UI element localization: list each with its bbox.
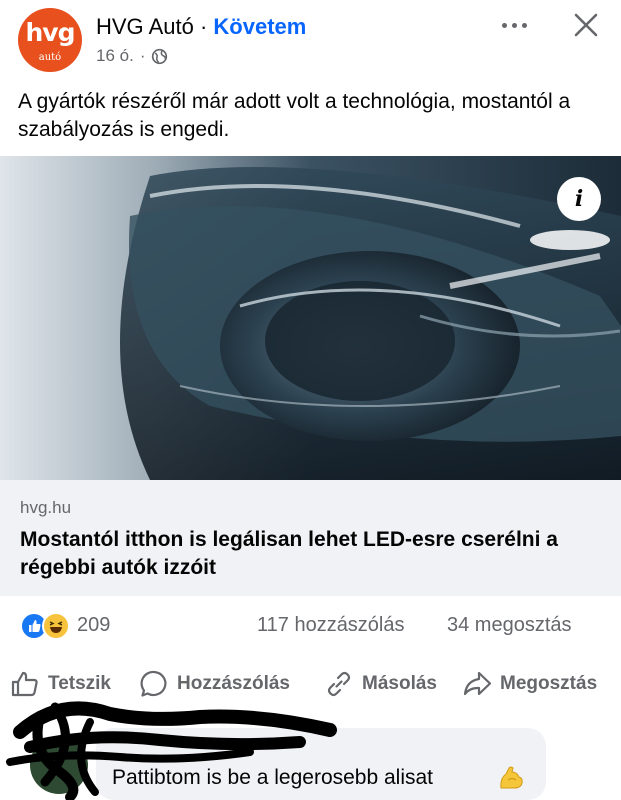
link-preview-card[interactable]: hvg.hu Mostantól itthon is legálisan leh… (0, 480, 621, 596)
info-button[interactable]: i (557, 177, 601, 221)
copy-label: Másolás (362, 673, 437, 694)
avatar-logo-subtext: autó (38, 52, 62, 63)
share-label: Megosztás (500, 673, 598, 694)
post-meta: 16 ó. · (96, 46, 168, 66)
post-header: hvg autó HVG Autó · Követem 16 ó. · (0, 0, 621, 80)
close-icon[interactable] (573, 12, 599, 38)
shares-count[interactable]: 34 megosztás (447, 614, 572, 637)
laughing-face-glyph (49, 621, 63, 633)
page-name[interactable]: HVG Autó (96, 14, 194, 39)
more-icon[interactable] (500, 18, 530, 34)
page-name-line: HVG Autó · Követem (96, 14, 306, 40)
link-domain: hvg.hu (20, 498, 72, 517)
car-headlight-photo[interactable] (0, 156, 621, 480)
avatar-logo-text: hvg (25, 18, 76, 47)
headlight-illustration (0, 156, 621, 480)
share-icon (463, 671, 492, 696)
post-time[interactable]: 16 ó. (96, 46, 134, 66)
follow-button[interactable]: Követem (213, 14, 306, 39)
link-title: Mostantól itthon is legálisan lehet LED-… (20, 528, 558, 579)
redaction-scribble (6, 701, 337, 800)
share-button[interactable]: Megosztás (462, 668, 597, 700)
globe-icon (152, 48, 168, 64)
page-avatar[interactable]: hvg autó (18, 8, 82, 72)
comments-count[interactable]: 117 hozzászólás (257, 614, 405, 637)
flexed-biceps-icon (500, 766, 523, 789)
reaction-count[interactable]: 209 (77, 614, 110, 637)
name-separator: · (193, 14, 214, 39)
haha-reaction-icon[interactable] (42, 612, 70, 640)
meta-separator: · (139, 46, 146, 65)
post-text: A gyártók részéről már adott volt a tech… (18, 90, 571, 141)
